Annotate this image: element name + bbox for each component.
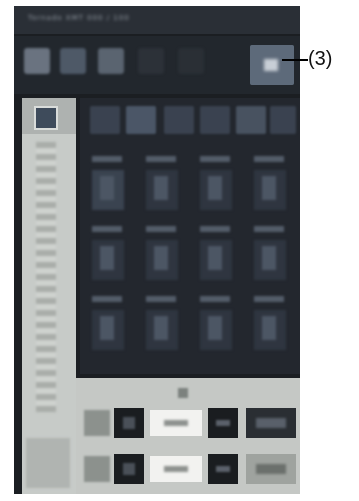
- image-tool-icon[interactable]: [60, 48, 86, 74]
- row-action-button[interactable]: [246, 408, 296, 438]
- tab-f[interactable]: [270, 106, 296, 134]
- decrement-button[interactable]: [114, 408, 144, 438]
- callout-label: (3): [308, 48, 333, 70]
- left-column-footer[interactable]: [26, 438, 70, 488]
- select-tool-icon[interactable]: [24, 48, 50, 74]
- left-column-header: [22, 98, 76, 134]
- mode-icon[interactable]: [34, 106, 58, 130]
- grid-cell[interactable]: [248, 296, 294, 354]
- main-grid: [80, 98, 300, 374]
- value-field[interactable]: [150, 456, 202, 482]
- highlighted-tool-button[interactable]: [250, 45, 294, 85]
- value-field[interactable]: [150, 410, 202, 436]
- grid-cell[interactable]: [248, 226, 294, 284]
- grid-cell[interactable]: [194, 226, 240, 284]
- toolbar: [14, 36, 300, 94]
- increment-button[interactable]: [208, 408, 238, 438]
- device-screen: Tornado XMT 000 / 100: [14, 6, 300, 494]
- row-toggle[interactable]: [84, 456, 110, 482]
- grid-cell[interactable]: [86, 226, 132, 284]
- grid-cell[interactable]: [140, 296, 186, 354]
- tab-a[interactable]: [90, 106, 120, 134]
- control-row: [84, 452, 298, 486]
- grid-cell[interactable]: [194, 296, 240, 354]
- left-tool-column: [22, 98, 76, 494]
- left-column-scroll-strip[interactable]: [36, 142, 56, 412]
- tab-c[interactable]: [164, 106, 194, 134]
- row-action-button[interactable]: [246, 454, 296, 484]
- grid-cell[interactable]: [86, 156, 132, 214]
- grid-cell[interactable]: [86, 296, 132, 354]
- tab-e[interactable]: [236, 106, 266, 134]
- title-bar: Tornado XMT 000 / 100: [14, 6, 300, 34]
- blank-tool-icon[interactable]: [178, 48, 204, 74]
- row-toggle[interactable]: [84, 410, 110, 436]
- grid-cell[interactable]: [194, 156, 240, 214]
- tab-d[interactable]: [200, 106, 230, 134]
- window-title: Tornado XMT 000 / 100: [28, 14, 130, 22]
- grid-cell[interactable]: [140, 226, 186, 284]
- tab-b[interactable]: [126, 106, 156, 134]
- highlighted-tool-icon: [264, 59, 278, 71]
- control-row: [84, 406, 298, 440]
- light-tool-icon[interactable]: [98, 48, 124, 74]
- grid-cell[interactable]: [140, 156, 186, 214]
- decrement-button[interactable]: [114, 454, 144, 484]
- grid-cell[interactable]: [248, 156, 294, 214]
- increment-button[interactable]: [208, 454, 238, 484]
- bottom-panel: [76, 378, 300, 494]
- panel-handle-icon[interactable]: [178, 388, 188, 398]
- blank-tool-icon[interactable]: [138, 48, 164, 74]
- callout-line: [282, 59, 308, 61]
